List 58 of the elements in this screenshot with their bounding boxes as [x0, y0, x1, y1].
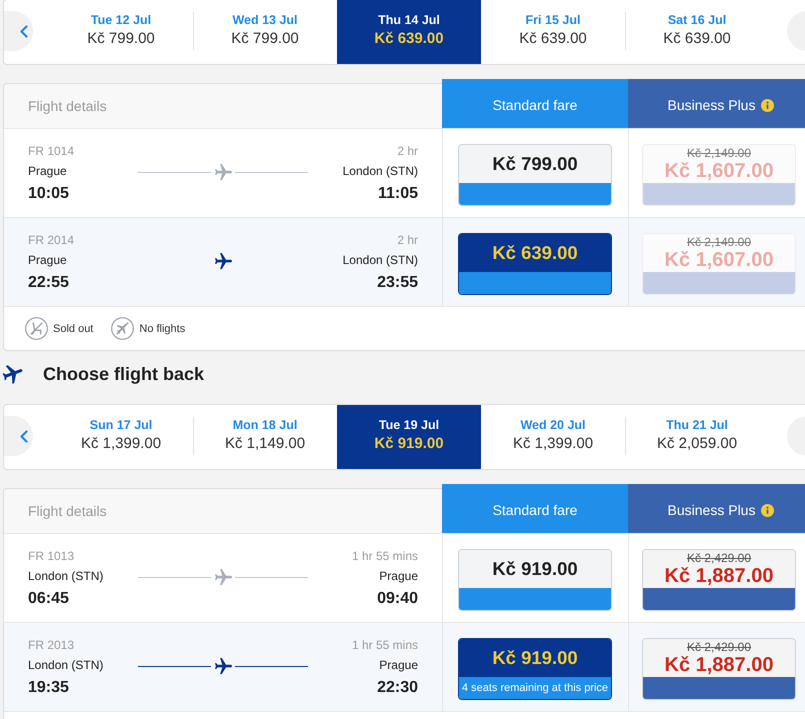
- date-option[interactable]: Tue 19 Jul Kč 919.00: [337, 405, 481, 469]
- departure-time: 22:55: [28, 273, 70, 293]
- arrival-time: 09:40: [377, 589, 418, 609]
- fare-button[interactable]: Kč 919.00: [458, 549, 612, 611]
- arrival-time: 23:55: [377, 273, 418, 293]
- legend-label: No flights: [139, 322, 186, 334]
- departure-time: 10:05: [28, 184, 70, 204]
- arrival-time: 22:30: [377, 678, 418, 698]
- column-header: Flight details: [4, 84, 442, 128]
- date-option[interactable]: Thu 14 Jul Kč 639.00: [337, 0, 481, 64]
- column-title: Business Plus: [668, 502, 756, 518]
- departure-airport: London (STN): [28, 568, 104, 584]
- flight-number: FR 2013: [28, 637, 76, 653]
- fare-button[interactable]: Kč 919.00 4 seats remaining at this price: [458, 638, 612, 700]
- airplane-icon: [214, 164, 232, 181]
- info-icon[interactable]: [761, 504, 774, 516]
- info-icon[interactable]: [761, 98, 774, 112]
- previous-dates-button[interactable]: [4, 416, 33, 456]
- flight-number: FR 1013: [28, 548, 76, 564]
- airplane-icon: [214, 253, 232, 270]
- flight-duration: 2 hr: [397, 232, 418, 248]
- flight-number: FR 2014: [28, 232, 76, 248]
- column-title: Standard fare: [492, 97, 578, 113]
- flight-duration: 1 hr 55 mins: [352, 548, 418, 564]
- departure-airport: Prague: [28, 163, 68, 179]
- fare-button[interactable]: Kč 639.00: [458, 233, 612, 295]
- section-title: Choose flight back: [43, 364, 204, 384]
- crossed-airplane-icon: [111, 317, 134, 340]
- airplane-icon: [214, 569, 232, 586]
- date-option[interactable]: Fri 15 Jul Kč 639.00: [481, 0, 625, 64]
- arrival-airport: London (STN): [342, 252, 418, 268]
- date-option[interactable]: Sun 17 Jul Kč 1,399.00: [49, 405, 193, 469]
- chevron-left-icon: [20, 24, 28, 38]
- airplane-icon: [3, 364, 23, 384]
- business-fare-button[interactable]: Kč 2,429.00 Kč 1,887.00: [642, 549, 796, 611]
- date-option[interactable]: Tue 12 Jul Kč 799.00: [49, 0, 193, 64]
- arrival-airport: Prague: [379, 568, 418, 584]
- fare-button[interactable]: Kč 799.00: [458, 144, 612, 206]
- legend-label: Sold out: [53, 322, 94, 334]
- departure-time: 06:45: [28, 589, 70, 609]
- arrival-airport: London (STN): [342, 163, 418, 179]
- previous-dates-button[interactable]: [4, 11, 33, 51]
- flight-duration: 1 hr 55 mins: [352, 637, 418, 653]
- chevron-left-icon: [20, 430, 28, 442]
- airplane-icon: [214, 658, 232, 675]
- departure-time: 19:35: [28, 678, 70, 698]
- flight-duration: 2 hr: [397, 143, 418, 159]
- flight-number: FR 1014: [28, 143, 76, 159]
- column-title: Standard fare: [492, 502, 578, 518]
- column-title: Business Plus: [668, 97, 756, 113]
- arrival-airport: Prague: [379, 657, 418, 673]
- column-header: Flight details: [4, 489, 442, 533]
- crossed-seat-icon: [25, 317, 48, 340]
- arrival-time: 11:05: [378, 184, 418, 204]
- business-fare-button[interactable]: Kč 2,429.00 Kč 1,887.00: [642, 638, 796, 700]
- departure-airport: Prague: [28, 252, 68, 268]
- departure-airport: London (STN): [28, 657, 104, 673]
- date-option[interactable]: Wed 20 Jul Kč 1,399.00: [481, 405, 625, 469]
